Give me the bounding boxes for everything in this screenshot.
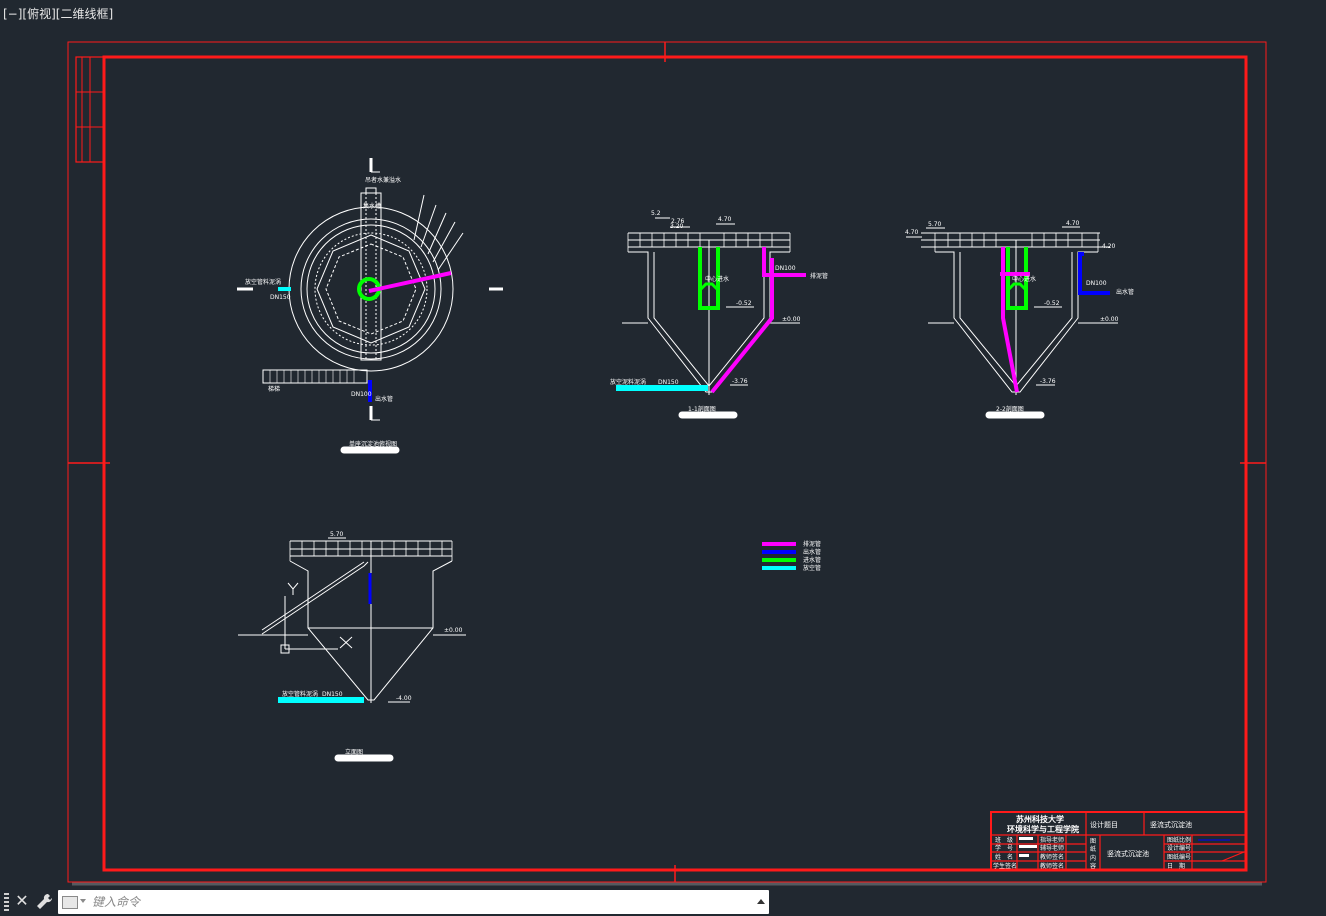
svg-text:教师签名: 教师签名 xyxy=(1040,853,1064,861)
section-2-2-title: 2-2剖面图 xyxy=(996,405,1024,413)
legend-label-sludge: 排泥管 xyxy=(803,540,821,548)
svg-text:辅导老师: 辅导老师 xyxy=(1040,844,1064,852)
section-1-1-label-sludge: 排泥管 xyxy=(810,272,828,280)
svg-text:教师签名: 教师签名 xyxy=(1040,862,1064,870)
elevation-label-bottom: -4.00 xyxy=(396,695,412,702)
svg-text:纸: 纸 xyxy=(1090,845,1096,853)
svg-text:图: 图 xyxy=(1090,838,1096,845)
svg-text:指导老师: 指导老师 xyxy=(1040,836,1064,844)
plan-label-top: 吊者水兼溢水 xyxy=(365,176,401,184)
svg-text:3.20: 3.20 xyxy=(670,223,684,230)
drawing-canvas[interactable]: 吊者水兼溢水 放空管料泥涡 DN150 DN100 出水管 梯梯 集水槽 单座沉… xyxy=(0,0,1326,888)
plan-label-outlet: 出水管 xyxy=(375,395,393,403)
chevron-down-icon[interactable] xyxy=(80,899,86,903)
svg-text:±0.00: ±0.00 xyxy=(782,316,801,323)
svg-text:5.70: 5.70 xyxy=(928,221,942,228)
svg-text:学 号: 学 号 xyxy=(995,844,1013,852)
svg-text:学生签名: 学生签名 xyxy=(993,862,1017,870)
svg-text:日 期: 日 期 xyxy=(1167,862,1185,870)
plan-title: 单座沉淀池俯视图 xyxy=(349,440,397,448)
elevation-title: 立面图 xyxy=(345,748,363,756)
title-block-drawing-name: 竖流式沉淀池 xyxy=(1107,849,1149,858)
command-input-wrapper xyxy=(58,890,769,914)
title-block-college: 环境科学与工程学院 xyxy=(1007,824,1079,834)
svg-text:5.2: 5.2 xyxy=(651,210,661,217)
title-block-school: 苏州科技大学 xyxy=(1016,814,1064,824)
section-2-2-label-dn100: DN100 xyxy=(1086,280,1107,287)
elevation-view-pipes xyxy=(278,573,372,703)
elevation-view-labels: 5.70 放空管料泥涡 DN150 ±0.00 -4.00 立面图 xyxy=(282,531,463,756)
legend-label-outlet: 出水管 xyxy=(803,548,821,556)
svg-text:设计编号: 设计编号 xyxy=(1167,844,1191,852)
svg-text:图纸比例: 图纸比例 xyxy=(1167,836,1191,844)
elevation-label-drain: 放空管料泥涡 xyxy=(282,690,318,698)
svg-text:容: 容 xyxy=(1090,862,1096,870)
svg-text:-3.76: -3.76 xyxy=(732,378,748,385)
plan-label-dn100: DN100 xyxy=(351,391,372,398)
section-2-2-label-center: 中心进水 xyxy=(1012,275,1036,283)
section-2-2-label-outlet: 出水管 xyxy=(1116,288,1134,296)
svg-text:图纸编号: 图纸编号 xyxy=(1167,853,1191,861)
legend-label-drain: 放空管 xyxy=(803,564,821,572)
svg-text:-3.76: -3.76 xyxy=(1040,378,1056,385)
svg-text:4.70: 4.70 xyxy=(1066,220,1080,227)
svg-text:-0.52: -0.52 xyxy=(736,300,752,307)
section-2-2 xyxy=(906,226,1118,419)
command-prompt-icon[interactable] xyxy=(62,896,78,909)
section-1-1-label-drain: 放空泥料泥涡 xyxy=(610,378,646,386)
title-block-topic: 竖流式沉淀池 xyxy=(1150,820,1192,829)
elevation-view xyxy=(238,537,466,762)
svg-text:4.70: 4.70 xyxy=(718,216,732,223)
section-1-1-label-dn150: DN150 xyxy=(658,379,679,386)
legend-label-inlet: 进水管 xyxy=(803,556,821,564)
svg-text:内: 内 xyxy=(1090,854,1096,862)
elevation-label-zero: ±0.00 xyxy=(444,627,463,634)
svg-text:4.70: 4.70 xyxy=(905,229,919,236)
close-icon[interactable]: ✕ xyxy=(13,890,31,912)
svg-text:-0.52: -0.52 xyxy=(1044,300,1060,307)
elevation-label-dn150: DN150 xyxy=(322,691,343,698)
section-2-2-labels: 5.70 4.70 4.70 4.20 -0.52 ±0.00 -3.76 中心… xyxy=(905,220,1134,413)
command-input[interactable] xyxy=(92,890,742,914)
svg-text:4.20: 4.20 xyxy=(1102,243,1116,250)
plan-label-inner: 集水槽 xyxy=(363,202,381,210)
plan-label-dn150: DN150 xyxy=(270,294,291,301)
drag-handle-icon[interactable] xyxy=(4,893,9,911)
svg-text:班 级: 班 级 xyxy=(995,836,1013,844)
svg-text:姓 名: 姓 名 xyxy=(995,853,1013,861)
pipe-legend: 排泥管 出水管 进水管 放空管 xyxy=(762,540,821,572)
section-1-1-label-center: 中心进水 xyxy=(705,275,729,283)
section-1-1-title: 1-1剖面图 xyxy=(688,405,716,413)
title-block-topic-label: 设计题目 xyxy=(1090,820,1118,829)
plan-label-left: 放空管料泥涡 xyxy=(245,278,281,286)
plan-view-labels: 吊者水兼溢水 放空管料泥涡 DN150 DN100 出水管 梯梯 集水槽 单座沉… xyxy=(245,176,401,448)
drawing-frame xyxy=(67,41,1267,883)
wrench-icon[interactable] xyxy=(34,892,54,912)
section-1-1-label-dn100: DN100 xyxy=(775,265,796,272)
svg-text:±0.00: ±0.00 xyxy=(1100,316,1119,323)
chevron-up-icon[interactable] xyxy=(757,899,765,904)
command-bar: ✕ xyxy=(0,888,1326,916)
elevation-label-top: 5.70 xyxy=(330,531,344,538)
plan-label-stairs: 梯梯 xyxy=(268,385,280,393)
